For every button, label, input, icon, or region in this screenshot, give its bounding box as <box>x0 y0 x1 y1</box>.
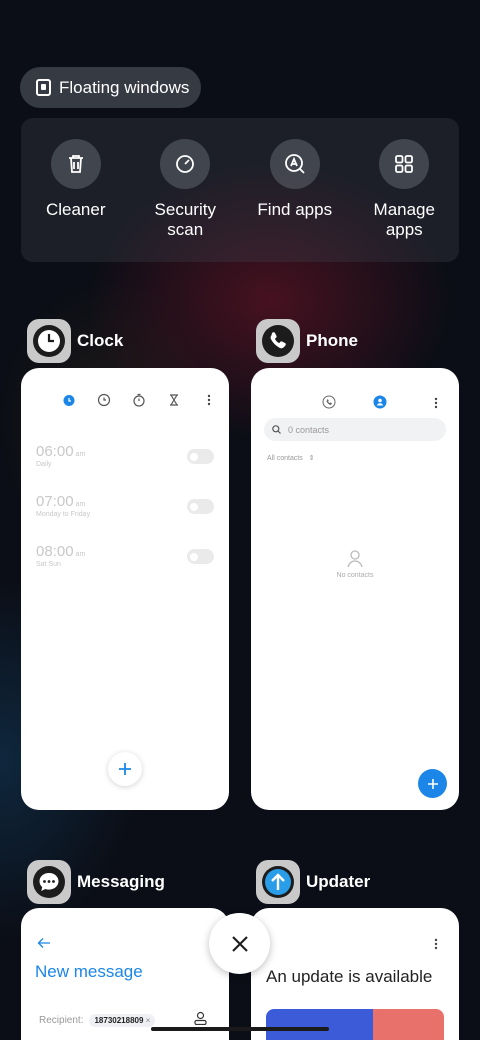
alarm-time: 07:00 <box>36 493 74 510</box>
floating-window-icon <box>36 79 51 96</box>
recipient-number: 18730218809 <box>94 1016 144 1025</box>
recipient-label: Recipient: <box>39 1015 84 1026</box>
alarm-item[interactable]: 06:00 am Daily <box>36 443 85 468</box>
contacts-filter-dropdown[interactable]: All contacts ⇕ <box>267 454 315 462</box>
security-scan-label: Security scan <box>154 200 216 239</box>
clock-tabs <box>61 392 216 407</box>
messaging-app-header[interactable]: Messaging <box>27 860 165 904</box>
timer-tab-icon[interactable] <box>166 392 181 407</box>
alarm-item[interactable]: 07:00 am Monday to Friday <box>36 493 90 518</box>
more-options-icon[interactable] <box>434 937 438 955</box>
chip-remove-icon[interactable]: × <box>146 1016 151 1025</box>
filter-label: All contacts <box>267 455 303 462</box>
add-contact-button[interactable] <box>418 769 447 798</box>
add-alarm-button[interactable] <box>108 752 142 786</box>
alarm-time: 06:00 <box>36 443 74 460</box>
messaging-app-card[interactable]: New message Recipient: 18730218809 × <box>21 908 229 1040</box>
phone-app-name: Phone <box>306 331 358 350</box>
updater-app-icon <box>256 860 300 904</box>
clear-all-button[interactable] <box>209 913 270 974</box>
back-arrow-icon[interactable] <box>37 936 51 954</box>
alarm-days: Sat Sun <box>36 561 61 568</box>
search-placeholder: 0 contacts <box>288 424 330 435</box>
clock-app-card[interactable]: 06:00 am Daily 07:00 am Monday to Friday 0… <box>21 368 229 810</box>
more-options-icon[interactable] <box>434 396 438 414</box>
phone-app-header[interactable]: Phone <box>256 319 358 363</box>
find-apps-label: Find apps <box>257 200 333 219</box>
recipient-chip[interactable]: 18730218809 × <box>89 1014 156 1027</box>
security-scan-button[interactable]: Security scan <box>131 118 241 262</box>
cleaner-button[interactable]: Cleaner <box>21 118 131 262</box>
clock-app-name: Clock <box>77 331 124 350</box>
phone-app-card[interactable]: 0 contacts All contacts ⇕ No contacts <box>251 368 459 810</box>
updater-app-name: Updater <box>306 872 371 891</box>
recipient-field[interactable]: Recipient: 18730218809 × <box>39 1014 156 1027</box>
alarm-ampm: am <box>75 501 86 508</box>
updater-app-card[interactable]: An update is available <box>251 908 459 1040</box>
cleaner-label: Cleaner <box>45 200 106 219</box>
alarm-tab-icon[interactable] <box>61 392 76 407</box>
update-banner-image <box>266 1009 444 1040</box>
shield-scan-icon <box>160 139 211 189</box>
person-icon <box>347 550 363 568</box>
find-apps-button[interactable]: Find apps <box>240 118 350 262</box>
alarm-toggle[interactable] <box>187 549 214 564</box>
floating-windows-button[interactable]: Floating windows <box>20 67 201 108</box>
alarm-toggle[interactable] <box>187 449 214 464</box>
manage-apps-button[interactable]: Manage apps <box>350 118 460 262</box>
alarm-ampm: am <box>75 551 86 558</box>
manage-apps-label: Manage apps <box>373 200 435 239</box>
contacts-tab-icon[interactable] <box>373 395 387 414</box>
empty-state: No contacts <box>251 548 459 579</box>
alarm-days: Monday to Friday <box>36 511 91 518</box>
recents-tab-icon[interactable] <box>322 395 336 414</box>
trash-icon <box>50 139 101 189</box>
alarm-days: Daily <box>36 461 52 468</box>
empty-state-text: No contacts <box>336 572 374 579</box>
new-message-title: New message <box>35 962 143 981</box>
find-apps-icon <box>269 139 320 189</box>
stopwatch-tab-icon[interactable] <box>131 392 146 407</box>
clock-app-header[interactable]: Clock <box>27 319 123 363</box>
floating-windows-label: Floating windows <box>59 77 190 97</box>
alarm-toggle[interactable] <box>187 499 214 514</box>
quick-tools-panel: Cleaner Security scan Find apps Manage a… <box>21 118 459 262</box>
messaging-app-name: Messaging <box>77 872 165 891</box>
clock-app-icon <box>27 319 71 363</box>
grid-icon <box>379 139 430 189</box>
alarm-ampm: am <box>75 451 86 458</box>
alarm-item[interactable]: 08:00 am Sat Sun <box>36 543 85 568</box>
updater-app-header[interactable]: Updater <box>256 860 370 904</box>
world-clock-tab-icon[interactable] <box>96 392 111 407</box>
more-options-icon[interactable] <box>201 392 216 407</box>
update-available-title: An update is available <box>266 967 433 986</box>
search-icon <box>272 425 281 434</box>
sort-arrows-icon: ⇕ <box>308 455 315 462</box>
contacts-search-input[interactable]: 0 contacts <box>264 418 446 441</box>
close-icon <box>231 935 248 952</box>
messaging-app-icon <box>27 860 71 904</box>
gesture-home-bar[interactable] <box>151 1027 329 1031</box>
alarm-time: 08:00 <box>36 543 74 560</box>
phone-app-icon <box>256 319 300 363</box>
